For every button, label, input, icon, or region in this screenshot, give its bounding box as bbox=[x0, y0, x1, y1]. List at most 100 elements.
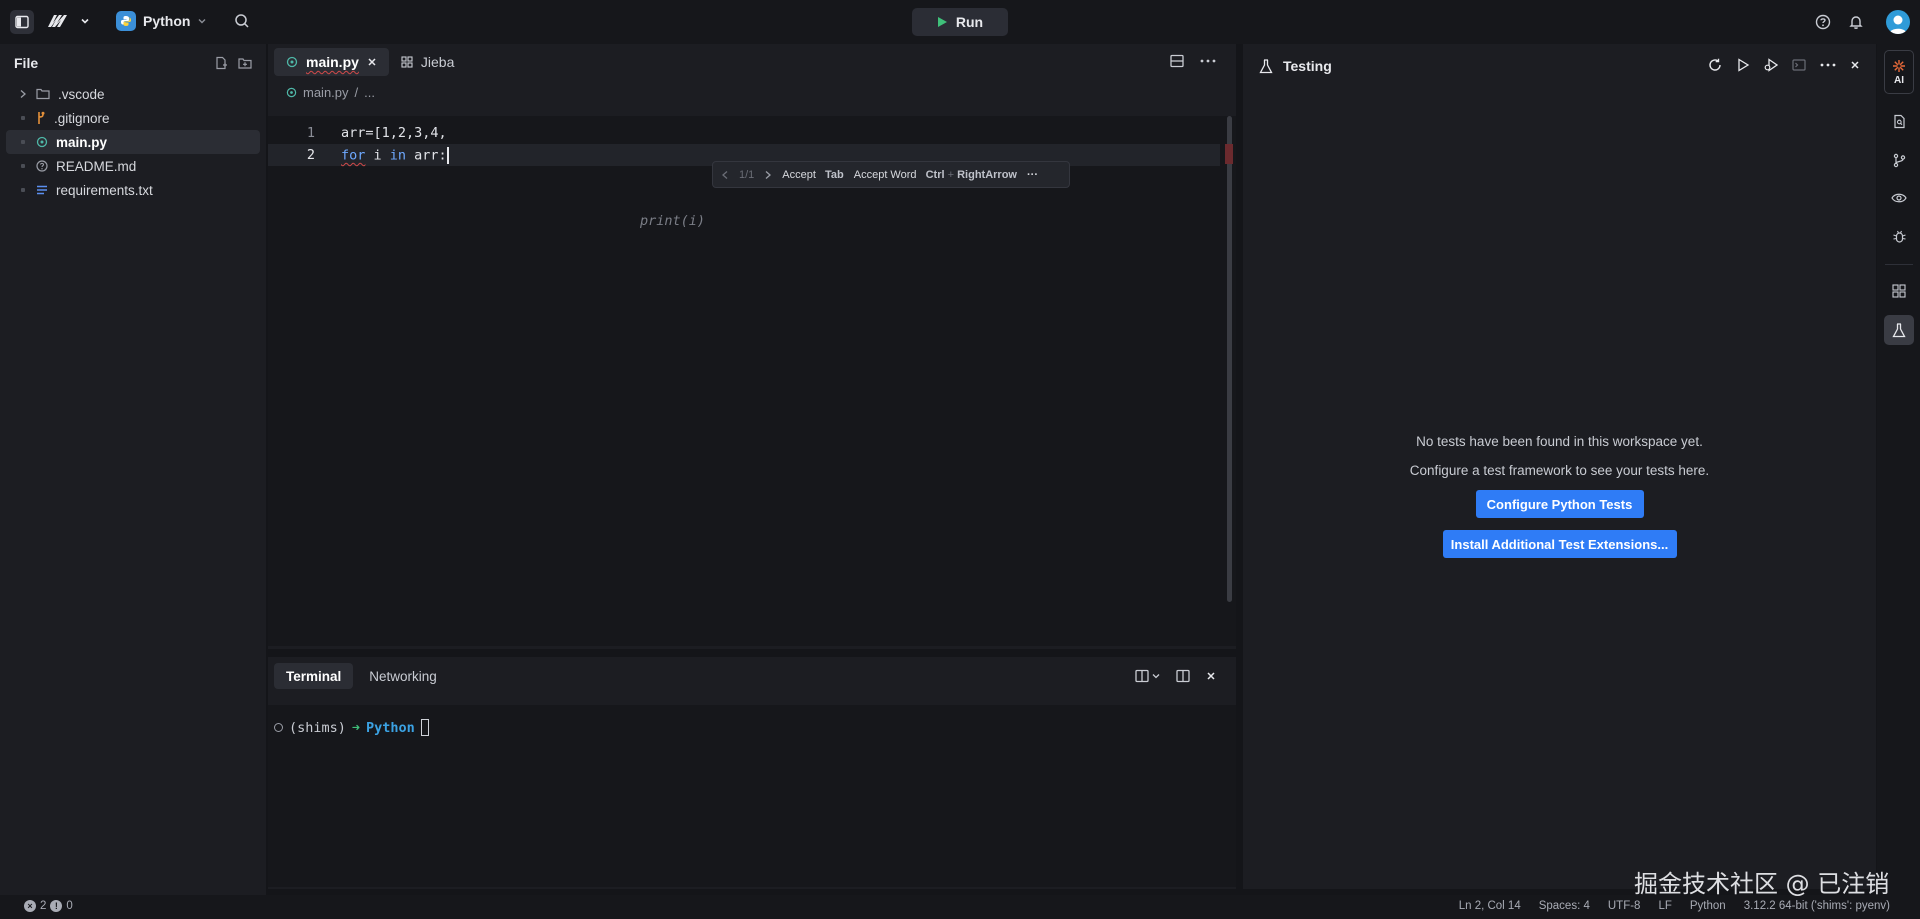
toggle-panel-button[interactable] bbox=[1176, 669, 1190, 683]
tree-item-label: README.md bbox=[56, 158, 137, 174]
user-icon bbox=[1889, 15, 1907, 34]
more-actions-button[interactable] bbox=[1200, 59, 1216, 63]
install-test-extensions-button[interactable]: Install Additional Test Extensions... bbox=[1442, 530, 1677, 558]
error-marker bbox=[1225, 144, 1233, 164]
tab-jieba[interactable]: Jieba bbox=[389, 48, 466, 76]
chevron-down-icon bbox=[81, 18, 89, 24]
top-bar: Python Run bbox=[0, 0, 1920, 44]
split-editor-button[interactable] bbox=[1170, 54, 1184, 68]
debug-run-icon bbox=[1764, 58, 1778, 72]
tree-item-vscode[interactable]: .vscode bbox=[6, 82, 260, 106]
tab-terminal[interactable]: Terminal bbox=[274, 663, 354, 689]
warning-icon: ! bbox=[50, 900, 63, 912]
prompt-env: (shims) bbox=[289, 719, 346, 736]
tree-item-readme[interactable]: README.md bbox=[6, 154, 260, 178]
terminal-output[interactable]: (shims) ➜ Python bbox=[268, 705, 1236, 887]
prompt-directory: Python bbox=[366, 719, 415, 736]
close-icon bbox=[1207, 672, 1215, 680]
bell-icon bbox=[1849, 16, 1863, 29]
problems-indicator[interactable]: × 2 ! 0 bbox=[24, 900, 73, 912]
play-icon bbox=[1738, 58, 1750, 72]
debugger-button[interactable] bbox=[1884, 221, 1914, 251]
configure-python-tests-button[interactable]: Configure Python Tests bbox=[1475, 490, 1644, 518]
accept-button[interactable]: Accept Tab bbox=[782, 169, 843, 181]
breadcrumb-more[interactable]: ... bbox=[364, 85, 375, 100]
run-button[interactable]: Run bbox=[912, 8, 1008, 36]
extensions-button[interactable] bbox=[1884, 276, 1914, 306]
bug-icon bbox=[1892, 230, 1906, 243]
line-number: 1 bbox=[306, 125, 315, 141]
refresh-tests-button[interactable] bbox=[1708, 58, 1722, 72]
debug-tests-button[interactable] bbox=[1764, 58, 1778, 72]
line-ending[interactable]: LF bbox=[1658, 900, 1671, 912]
tree-item-main-py[interactable]: main.py bbox=[6, 130, 260, 154]
close-tab-button[interactable] bbox=[367, 57, 377, 67]
text-cursor bbox=[446, 146, 449, 164]
breadcrumb-file[interactable]: main.py bbox=[303, 85, 349, 100]
help-button[interactable] bbox=[1815, 14, 1831, 30]
ai-assistant-button[interactable]: AI bbox=[1884, 50, 1914, 94]
play-icon bbox=[937, 17, 947, 27]
watermark: 掘金技术社区 @ 已注销 bbox=[1634, 870, 1890, 898]
indentation[interactable]: Spaces: 4 bbox=[1539, 900, 1590, 912]
info-icon bbox=[36, 160, 48, 172]
tab-main-py[interactable]: main.py bbox=[274, 48, 389, 76]
testing-panel: Testing No tests have been found in this… bbox=[1243, 44, 1876, 889]
refresh-icon bbox=[1709, 58, 1721, 71]
testing-title: Testing bbox=[1283, 58, 1332, 74]
close-panel-button[interactable] bbox=[1206, 671, 1216, 681]
new-folder-button[interactable] bbox=[238, 56, 252, 70]
git-branch-icon bbox=[1893, 153, 1905, 167]
tree-item-label: requirements.txt bbox=[56, 182, 153, 198]
suggestion-more-button[interactable]: ··· bbox=[1027, 169, 1038, 181]
run-label: Run bbox=[955, 14, 984, 30]
file-explorer: File .vscode .gitignore main.py README.m… bbox=[0, 44, 266, 895]
repl-selector[interactable]: Python bbox=[116, 11, 207, 31]
more-actions-button[interactable] bbox=[1820, 63, 1836, 67]
tree-item-requirements[interactable]: requirements.txt bbox=[6, 178, 260, 202]
grid-icon bbox=[1892, 284, 1906, 298]
testing-button[interactable] bbox=[1884, 315, 1914, 345]
testing-empty-state: No tests have been found in this workspa… bbox=[1243, 434, 1876, 558]
status-bar: × 2 ! 0 Ln 2, Col 14 Spaces: 4 UTF-8 LF … bbox=[0, 895, 1920, 919]
notifications-button[interactable] bbox=[1848, 14, 1864, 30]
tree-item-gitignore[interactable]: .gitignore bbox=[6, 106, 260, 130]
close-testing-button[interactable] bbox=[1850, 60, 1860, 70]
interpreter[interactable]: 3.12.2 64-bit ('shims': pyenv) bbox=[1744, 900, 1890, 912]
code-text: arr=[1,2,3,4, bbox=[341, 125, 447, 141]
python-logo-icon bbox=[116, 11, 136, 31]
tree-item-label: .gitignore bbox=[54, 110, 110, 126]
file-search-icon bbox=[1893, 114, 1905, 128]
more-icon bbox=[1200, 59, 1216, 63]
breadcrumb-separator: / bbox=[354, 84, 359, 100]
sidebar-toggle-button[interactable] bbox=[10, 10, 34, 34]
terminal-panel: Terminal Networking (shims) ➜ Python bbox=[268, 657, 1236, 889]
terminal-prompt: (shims) ➜ Python bbox=[274, 719, 429, 736]
sidebar-icon bbox=[15, 15, 29, 29]
file-explorer-header: File bbox=[0, 44, 266, 82]
search-files-button[interactable] bbox=[1884, 106, 1914, 136]
new-file-button[interactable] bbox=[214, 56, 228, 70]
next-suggestion-button[interactable] bbox=[764, 170, 772, 180]
app-menu-button[interactable] bbox=[46, 12, 90, 30]
chevron-left-icon bbox=[722, 170, 728, 179]
accept-word-button[interactable]: Accept Word Ctrl + RightArrow bbox=[854, 169, 1017, 181]
code-editor[interactable]: 1 arr=[1,2,3,4, 2 for i in arr: bbox=[268, 116, 1236, 646]
cursor-position[interactable]: Ln 2, Col 14 bbox=[1459, 900, 1521, 912]
previous-suggestion-button[interactable] bbox=[721, 170, 729, 180]
tab-networking[interactable]: Networking bbox=[357, 663, 449, 689]
language-mode[interactable]: Python bbox=[1690, 900, 1726, 912]
git-icon bbox=[38, 111, 45, 124]
tree-item-label: main.py bbox=[56, 134, 108, 150]
run-tests-button[interactable] bbox=[1736, 58, 1750, 72]
split-terminal-button[interactable] bbox=[1135, 669, 1160, 683]
avatar[interactable] bbox=[1886, 10, 1910, 34]
close-icon bbox=[1851, 61, 1859, 69]
encoding[interactable]: UTF-8 bbox=[1608, 900, 1641, 912]
editor-scrollbar[interactable] bbox=[1225, 116, 1233, 602]
search-button[interactable] bbox=[234, 13, 250, 29]
preview-button[interactable] bbox=[1884, 183, 1914, 213]
show-output-button[interactable] bbox=[1792, 58, 1806, 72]
source-control-button[interactable] bbox=[1884, 145, 1914, 175]
breadcrumb: main.py / ... bbox=[268, 80, 1236, 104]
